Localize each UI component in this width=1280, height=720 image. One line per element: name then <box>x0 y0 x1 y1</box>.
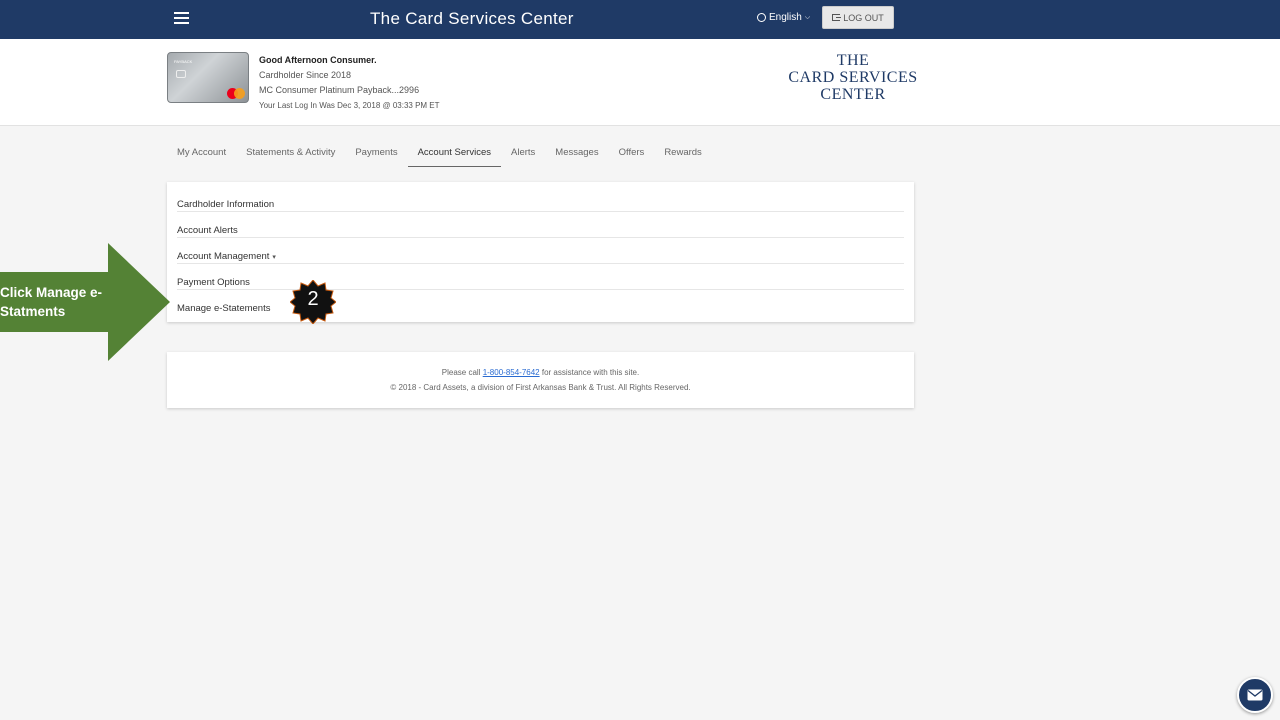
tab-account-services[interactable]: Account Services <box>407 140 501 167</box>
account-services-menu: Cardholder Information Account Alerts Ac… <box>167 182 914 322</box>
phone-link[interactable]: 1-800-854-7642 <box>483 368 540 377</box>
menu-item-payment-options[interactable]: Payment Options <box>177 264 904 290</box>
envelope-icon <box>1247 689 1263 701</box>
credit-card-image: PAYBACK <box>167 52 249 103</box>
menu-item-label: Cardholder Information <box>177 199 275 210</box>
site-title: The Card Services Center <box>370 9 574 28</box>
language-selector[interactable]: English ⌵ <box>757 12 810 23</box>
menu-item-manage-e-statements[interactable]: Manage e-Statements <box>177 290 904 316</box>
card-brand-text: PAYBACK <box>174 59 193 64</box>
brand-logo-line3: CENTER <box>820 86 886 103</box>
brand-logo-line1: THE <box>836 52 870 69</box>
hamburger-icon[interactable] <box>174 12 190 26</box>
logout-label: LOG OUT <box>843 12 884 23</box>
last-login: Your Last Log In Was Dec 3, 2018 @ 03:33… <box>259 101 440 110</box>
tab-offers[interactable]: Offers <box>609 140 655 167</box>
tab-rewards[interactable]: Rewards <box>654 140 712 167</box>
menu-item-label: Payment Options <box>177 277 250 288</box>
sign-out-icon <box>832 14 842 21</box>
tab-my-account[interactable]: My Account <box>167 140 236 167</box>
mastercard-logo-icon <box>227 88 245 99</box>
footer-prefix: Please call <box>441 368 483 377</box>
tab-statements-activity[interactable]: Statements & Activity <box>236 140 345 167</box>
brand-logo-line2: CARD SERVICES <box>788 69 918 86</box>
menu-item-label: Account Management <box>177 251 270 262</box>
callout-text: Click Manage e-Statments <box>0 285 103 319</box>
footer: Please call 1-800-854-7642 for assistanc… <box>167 352 914 408</box>
logout-button[interactable]: LOG OUT <box>822 6 894 29</box>
footer-assistance: Please call 1-800-854-7642 for assistanc… <box>167 368 914 377</box>
tab-messages[interactable]: Messages <box>545 140 608 167</box>
footer-copyright: © 2018 - Card Assets, a division of Firs… <box>390 383 691 392</box>
tab-alerts[interactable]: Alerts <box>501 140 545 167</box>
chevron-down-icon: ▾ <box>272 254 276 261</box>
menu-item-label: Manage e-Statements <box>177 303 271 314</box>
language-label: English <box>769 12 802 23</box>
card-chip-icon <box>176 70 186 78</box>
menu-item-label: Account Alerts <box>177 225 238 236</box>
step-number: 2 <box>307 288 319 310</box>
card-product: MC Consumer Platinum Payback...2996 <box>259 85 420 95</box>
footer-suffix: for assistance with this site. <box>539 368 640 377</box>
globe-icon <box>757 13 766 22</box>
tab-payments[interactable]: Payments <box>345 140 407 167</box>
greeting: Good Afternoon Consumer. <box>259 55 377 65</box>
chat-button[interactable] <box>1237 677 1273 713</box>
brand-logo: THE CARD SERVICES CENTER <box>786 52 920 103</box>
menu-item-account-alerts[interactable]: Account Alerts <box>177 212 904 238</box>
chevron-down-icon: ⌵ <box>804 13 811 21</box>
main-tabs: My Account Statements & Activity Payment… <box>167 140 712 167</box>
menu-item-cardholder-information[interactable]: Cardholder Information <box>177 186 904 212</box>
cardholder-since: Cardholder Since 2018 <box>259 70 352 80</box>
top-navbar: The Card Services Center English ⌵ LOG O… <box>0 0 1280 39</box>
menu-item-account-management[interactable]: Account Management ▾ <box>177 238 904 264</box>
